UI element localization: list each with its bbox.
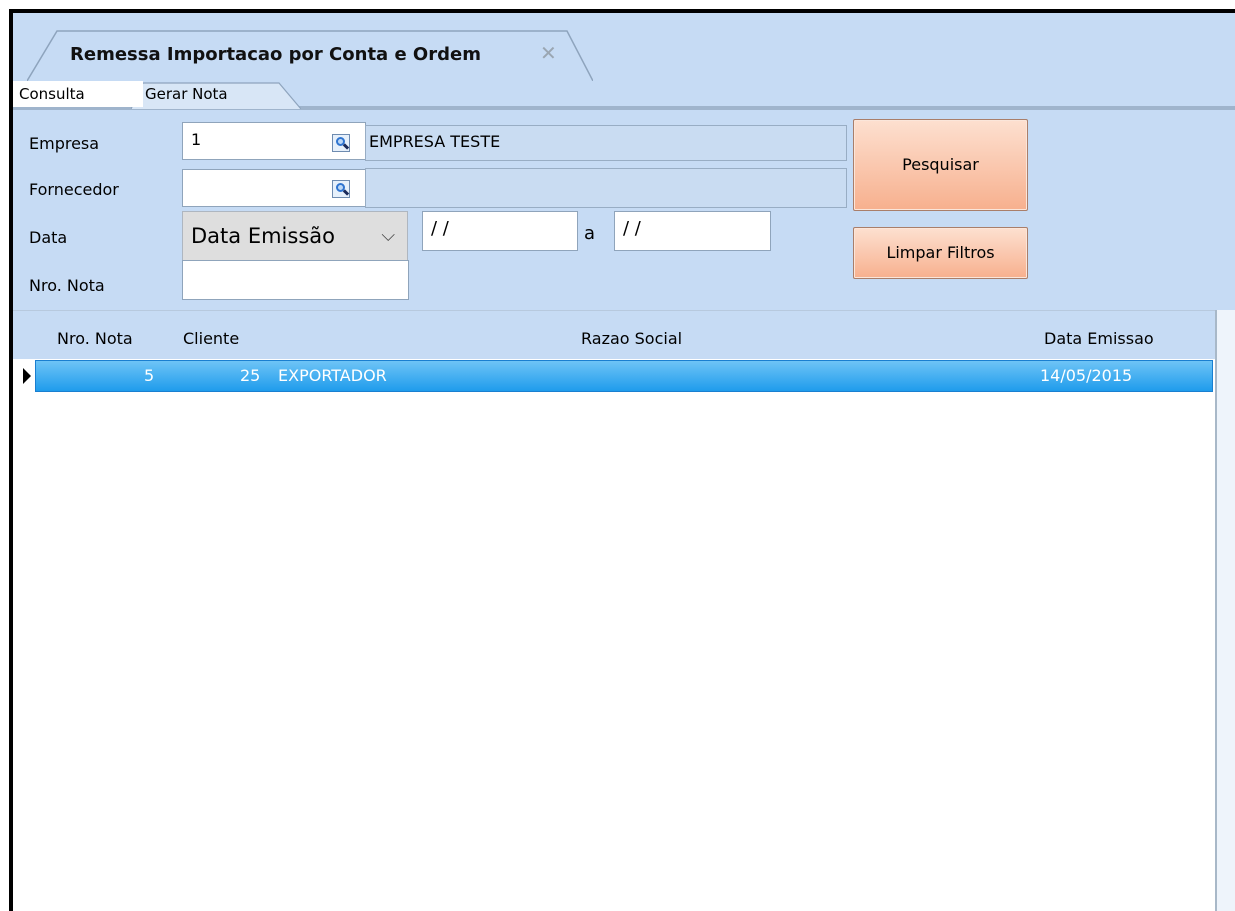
empresa-lookup-icon[interactable]: [332, 134, 350, 152]
column-header-nro-nota[interactable]: Nro. Nota: [57, 329, 133, 348]
tab-gerar-nota[interactable]: Gerar Nota: [131, 81, 301, 109]
results-grid: Nro. Nota Cliente Razao Social Data Emis…: [13, 310, 1235, 911]
column-header-data-emissao[interactable]: Data Emissao: [1044, 329, 1154, 348]
data-from-input[interactable]: / /: [422, 211, 578, 251]
fornecedor-lookup-icon[interactable]: [332, 180, 350, 198]
app-window: Remessa Importacao por Conta e Ordem ✕ C…: [13, 13, 1235, 911]
close-icon[interactable]: ✕: [540, 41, 557, 65]
empresa-description: EMPRESA TESTE: [365, 125, 847, 161]
empresa-input-value: 1: [191, 130, 202, 149]
data-range-separator: a: [584, 223, 596, 244]
empresa-label: Empresa: [29, 134, 100, 153]
tab-gerar-nota-label: Gerar Nota: [145, 85, 228, 103]
tab-consulta[interactable]: Consulta: [13, 81, 143, 107]
data-type-select[interactable]: Data Emissão ⌵: [182, 211, 408, 261]
data-to-value: / /: [623, 218, 641, 239]
data-type-selected: Data Emissão: [191, 224, 335, 248]
pesquisar-button[interactable]: Pesquisar: [853, 119, 1028, 211]
grid-vertical-scrollbar[interactable]: [1215, 310, 1235, 911]
cell-nro-nota: 5: [144, 366, 155, 385]
nro-nota-input[interactable]: [182, 260, 409, 300]
data-to-input[interactable]: / /: [614, 211, 771, 251]
cell-razao-social: EXPORTADOR: [278, 366, 387, 385]
table-row[interactable]: 5 25 EXPORTADOR 14/05/2015: [35, 360, 1213, 392]
empresa-description-text: EMPRESA TESTE: [369, 132, 501, 151]
tab-consulta-label: Consulta: [19, 85, 85, 103]
data-label: Data: [29, 228, 68, 247]
nro-nota-label: Nro. Nota: [29, 276, 105, 295]
data-from-value: / /: [431, 218, 449, 239]
limpar-filtros-button[interactable]: Limpar Filtros: [853, 227, 1028, 279]
cell-cliente: 25: [240, 366, 261, 385]
document-tab-title: Remessa Importacao por Conta e Ordem: [70, 44, 481, 65]
cell-data-emissao: 14/05/2015: [1040, 366, 1133, 385]
column-header-razao-social[interactable]: Razao Social: [581, 329, 682, 348]
chevron-down-icon: ⌵: [381, 225, 395, 246]
document-tab[interactable]: Remessa Importacao por Conta e Ordem ✕: [27, 29, 593, 81]
fornecedor-label: Fornecedor: [29, 180, 119, 199]
current-row-indicator-icon: [23, 368, 31, 384]
fornecedor-description: [365, 168, 847, 208]
grid-header: Nro. Nota Cliente Razao Social Data Emis…: [13, 310, 1215, 359]
column-header-cliente[interactable]: Cliente: [183, 329, 239, 348]
